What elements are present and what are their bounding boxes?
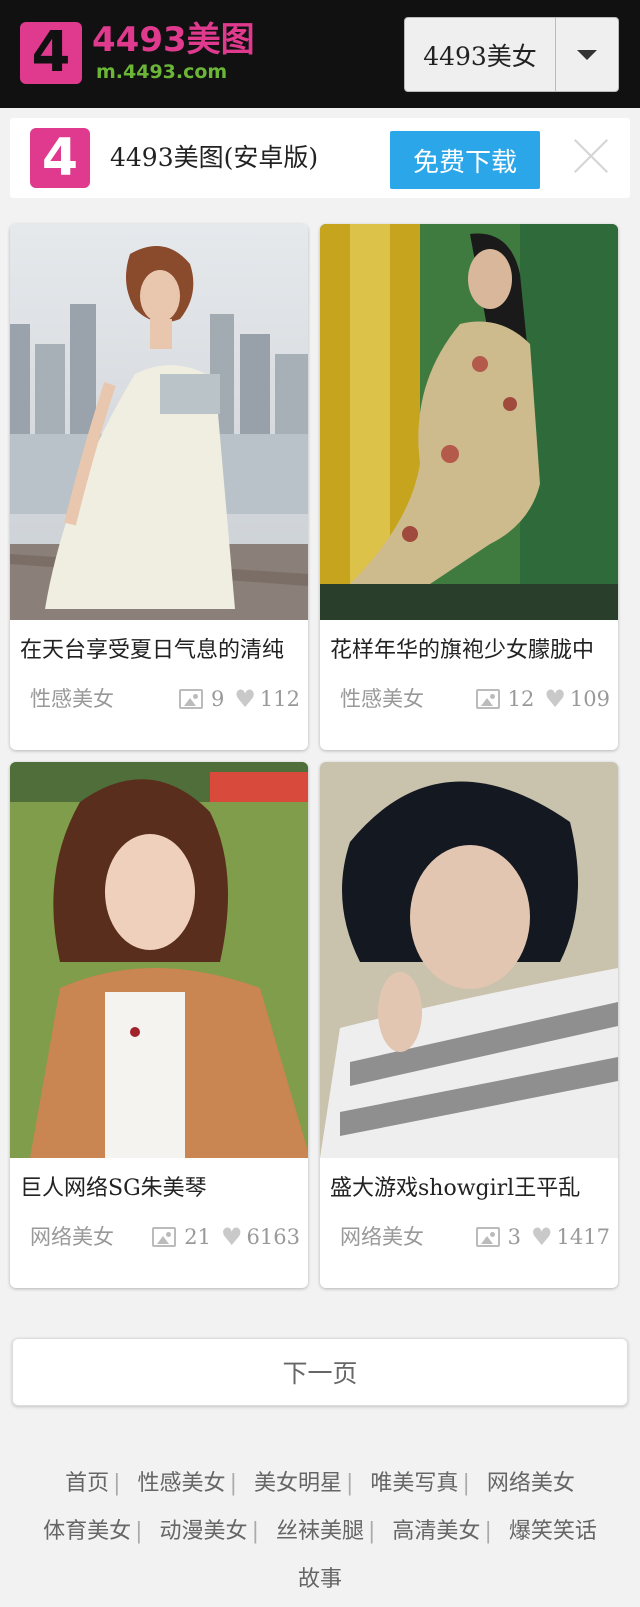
- gallery-thumbnail[interactable]: [10, 762, 308, 1158]
- gallery-thumbnail[interactable]: [10, 224, 308, 620]
- footer-separator: |: [135, 1519, 143, 1544]
- app-name: 4493美图(安卓版): [110, 143, 319, 172]
- heart-icon: ♥: [531, 1223, 553, 1251]
- card-category[interactable]: 性感美女: [340, 684, 424, 714]
- chevron-down-icon: [577, 49, 597, 60]
- image-icon: [152, 1227, 177, 1247]
- download-button[interactable]: 免费下载: [390, 131, 540, 189]
- footer-link-sexy[interactable]: 性感美女: [138, 1471, 226, 1496]
- card-stats: 21 ♥ 6163: [152, 1222, 300, 1252]
- site-domain: m.4493.com: [96, 61, 228, 83]
- gallery-card[interactable]: 花样年华的旗袍少女朦胧中 性感美女 12 ♥ 109: [320, 224, 618, 750]
- category-select-toggle[interactable]: [556, 18, 618, 91]
- like-count: 6163: [246, 1225, 300, 1249]
- like-count: 109: [569, 687, 610, 711]
- gallery-card[interactable]: 在天台享受夏日气息的清纯 性感美女 9 ♥ 112: [10, 224, 308, 750]
- gallery-thumbnail[interactable]: [320, 762, 618, 1158]
- footer-separator: |: [346, 1471, 354, 1496]
- footer-link-hd[interactable]: 高清美女: [392, 1519, 480, 1544]
- footer-link-sports[interactable]: 体育美女: [43, 1519, 131, 1544]
- photo-count: 9: [211, 687, 225, 711]
- app-icon: 4: [30, 128, 90, 188]
- like-count: 1417: [556, 1225, 610, 1249]
- gallery-thumbnail[interactable]: [320, 224, 618, 620]
- gallery-card[interactable]: 巨人网络SG朱美琴 网络美女 21 ♥ 6163: [10, 762, 308, 1288]
- photo-count: 3: [507, 1225, 522, 1249]
- card-category[interactable]: 网络美女: [30, 1222, 114, 1252]
- category-select[interactable]: 4493美女: [404, 17, 619, 92]
- footer-link-stars[interactable]: 美女明星: [254, 1471, 342, 1496]
- card-title[interactable]: 花样年华的旗袍少女朦胧中: [330, 634, 612, 668]
- image-icon: [475, 689, 500, 709]
- footer-separator: |: [484, 1519, 492, 1544]
- site-header: 4 4493美图 m.4493.com 4493美女: [0, 0, 640, 108]
- card-title[interactable]: 巨人网络SG朱美琴: [20, 1172, 302, 1206]
- site-name[interactable]: 4493美图: [92, 20, 255, 60]
- footer-separator: |: [462, 1471, 470, 1496]
- image-icon: [179, 689, 204, 709]
- card-stats: 12 ♥ 109: [475, 684, 610, 714]
- footer-link-home[interactable]: 首页: [65, 1471, 109, 1496]
- card-stats: 9 ♥ 112: [179, 684, 300, 714]
- card-stats: 3 ♥ 1417: [475, 1222, 610, 1252]
- site-logo[interactable]: 4: [20, 22, 82, 84]
- footer-link-stories[interactable]: 故事: [298, 1567, 342, 1592]
- gallery-card[interactable]: 盛大游戏showgirl王平乱 网络美女 3 ♥ 1417: [320, 762, 618, 1288]
- card-category[interactable]: 网络美女: [340, 1222, 424, 1252]
- app-download-banner: 4 4493美图(安卓版) 免费下载: [10, 118, 630, 198]
- next-page-button[interactable]: 下一页: [12, 1338, 628, 1406]
- heart-icon: ♥: [234, 685, 256, 713]
- photo-count: 21: [184, 1225, 212, 1249]
- category-select-value[interactable]: 4493美女: [405, 18, 556, 91]
- card-title[interactable]: 盛大游戏showgirl王平乱: [330, 1172, 612, 1206]
- heart-icon: ♥: [544, 685, 566, 713]
- card-title[interactable]: 在天台享受夏日气息的清纯: [20, 634, 302, 668]
- footer-separator: |: [113, 1471, 121, 1496]
- footer-nav: 首页 | 性感美女 | 美女明星 | 唯美写真 | 网络美女 体育美女 | 动漫美女 | 丝…: [20, 1460, 620, 1604]
- footer-separator: |: [368, 1519, 376, 1544]
- footer-separator: |: [251, 1519, 259, 1544]
- close-icon[interactable]: [570, 136, 610, 176]
- image-icon: [475, 1227, 500, 1247]
- card-category[interactable]: 性感美女: [30, 684, 114, 714]
- like-count: 112: [259, 687, 300, 711]
- site-logo-mark: 4: [31, 20, 71, 85]
- footer-link-online[interactable]: 网络美女: [487, 1471, 575, 1496]
- footer-link-aesthetic[interactable]: 唯美写真: [370, 1471, 458, 1496]
- footer-link-stockings[interactable]: 丝袜美腿: [276, 1519, 364, 1544]
- heart-icon: ♥: [221, 1223, 243, 1251]
- photo-count: 12: [507, 687, 535, 711]
- footer-separator: |: [229, 1471, 237, 1496]
- footer-link-anime[interactable]: 动漫美女: [160, 1519, 248, 1544]
- footer-link-jokes[interactable]: 爆笑笑话: [509, 1519, 597, 1544]
- app-icon-mark: 4: [41, 128, 79, 188]
